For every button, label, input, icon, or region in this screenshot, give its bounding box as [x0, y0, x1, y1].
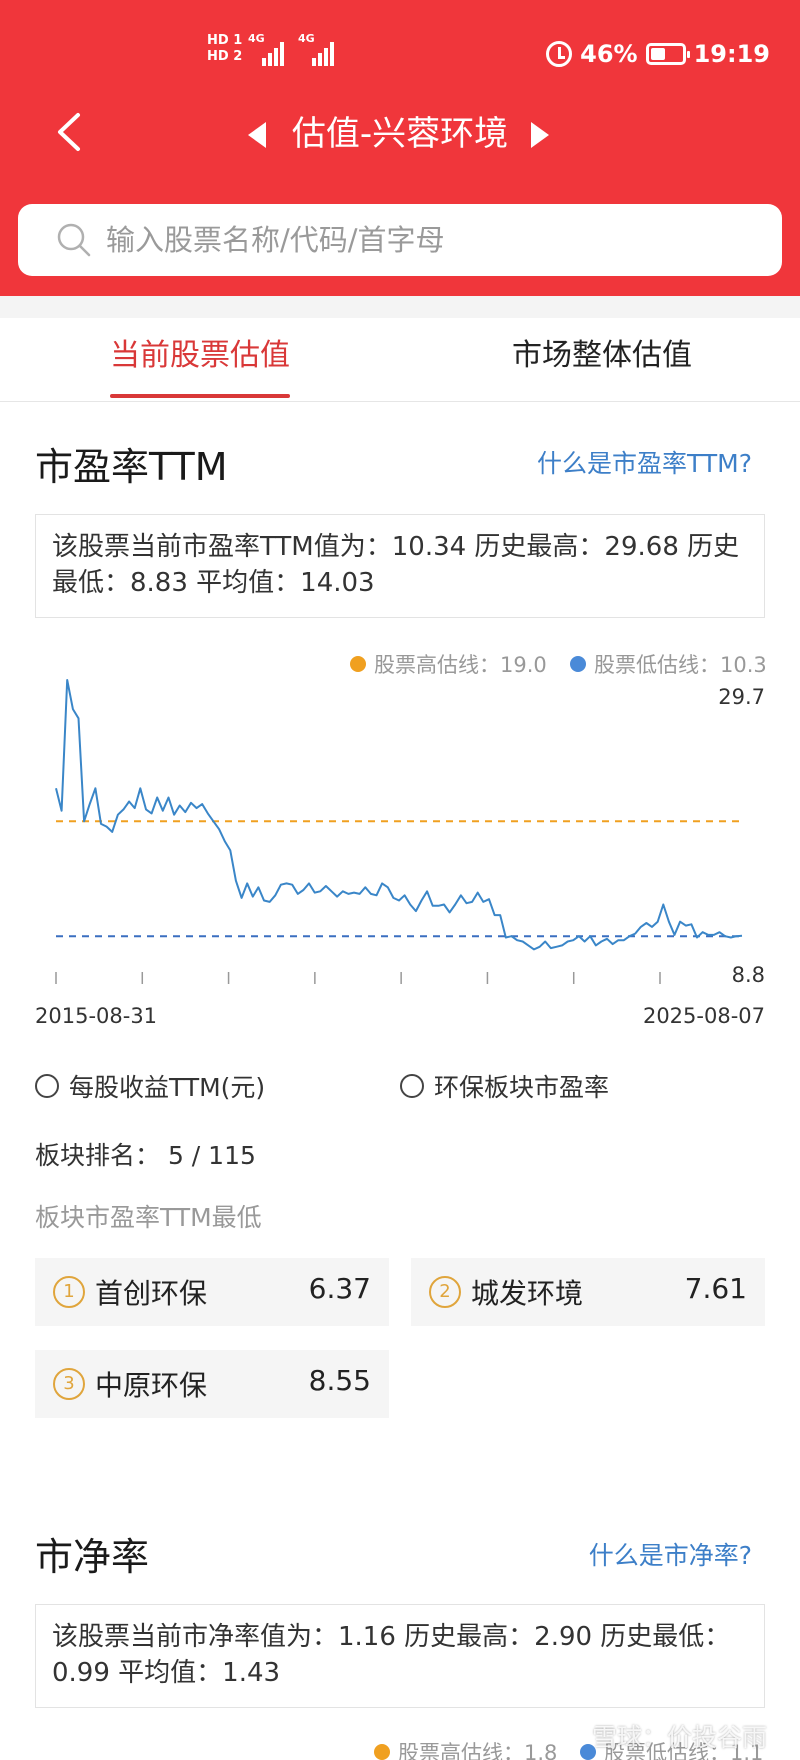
- radio-sector[interactable]: 环保板块市盈率: [400, 1068, 609, 1104]
- alarm-icon: [546, 41, 573, 67]
- page-title: 估值-兴蓉环境: [291, 114, 509, 154]
- network2-label: 4G: [298, 32, 315, 45]
- clock: 19:19: [693, 40, 770, 68]
- pe-min-label: 8.8: [732, 963, 765, 987]
- pe-max-label: 29.7: [718, 685, 765, 709]
- sim-indicator: HD 1 HD 2: [207, 33, 242, 65]
- rank-stock-value: 8.55: [308, 1364, 371, 1397]
- rank-badge: 2: [429, 1276, 461, 1308]
- search-input[interactable]: [106, 218, 746, 262]
- lowest-pe-title: 板块市盈率TTM最低: [35, 1203, 262, 1232]
- radio-eps[interactable]: 每股收益TTM(元): [35, 1068, 265, 1104]
- signal-icon-2: 4G: [298, 32, 334, 66]
- signal-icon-1: 4G: [248, 32, 284, 66]
- watermark: 雪球：价投谷雨: [592, 1723, 768, 1752]
- pb-legend-high-label: 股票高估线：1.8: [398, 1741, 558, 1760]
- network1-label: 4G: [248, 32, 265, 45]
- pe-summary-text: 该股票当前市盈率TTM值为：10.34 历史最高：29.68 历史最低：8.83…: [52, 532, 740, 598]
- status-bar: HD 1 HD 2 4G 4G 46% 19:19: [0, 0, 800, 110]
- pe-help-link[interactable]: 什么是市盈率TTM?: [537, 444, 752, 480]
- chart-date-end: 2025-08-07: [642, 1004, 765, 1028]
- pb-high-line-dot-icon: [374, 1744, 390, 1760]
- tab-active-indicator: [110, 394, 290, 398]
- radio-eps-label: 每股收益TTM(元): [69, 1073, 266, 1102]
- lowest-pe-card-2[interactable]: 2 城发环境 7.61: [411, 1258, 765, 1326]
- rank-stock-name: 城发环境: [471, 1277, 584, 1310]
- rank-stock-name: 首创环保: [95, 1277, 208, 1310]
- rank-stock-value: 6.37: [308, 1272, 371, 1305]
- status-right: 46% 19:19: [546, 40, 770, 68]
- header: HD 1 HD 2 4G 4G 46% 19:19 估值-兴蓉环境: [0, 0, 800, 296]
- search-box[interactable]: [18, 204, 782, 276]
- tab-current-stock[interactable]: 当前股票估值: [110, 336, 290, 376]
- x-axis-ticks: [55, 972, 661, 984]
- next-stock-icon[interactable]: [531, 122, 549, 148]
- rank-badge: 1: [53, 1276, 85, 1308]
- pb-section-title: 市净率: [35, 1535, 150, 1579]
- battery-percent: 46%: [580, 40, 638, 68]
- pb-legend-high: 股票高估线：1.8: [374, 1737, 557, 1760]
- pe-series-line: [55, 679, 743, 951]
- lowest-pe-card-1[interactable]: 1 首创环保 6.37: [35, 1258, 389, 1326]
- sector-rank: 板块排名： 5 / 115: [35, 1141, 256, 1170]
- pb-help-link[interactable]: 什么是市净率?: [589, 1536, 752, 1572]
- rank-stock-name: 中原环保: [95, 1369, 208, 1402]
- pb-summary-box: 该股票当前市净率值为：1.16 历史最高：2.90 历史最低：0.99 平均值：…: [35, 1604, 765, 1708]
- pe-line-chart: 29.7 8.8: [55, 679, 765, 987]
- radio-sector-circle-icon[interactable]: [400, 1074, 424, 1098]
- rank-stock-value: 7.61: [684, 1272, 747, 1305]
- pe-section-title: 市盈率TTM: [35, 445, 228, 489]
- pe-summary-box: 该股票当前市盈率TTM值为：10.34 历史最高：29.68 历史最低：8.83…: [35, 514, 765, 618]
- tab-market[interactable]: 市场整体估值: [512, 336, 692, 376]
- sim2-label: HD 2: [207, 49, 243, 64]
- rank-badge: 3: [53, 1368, 85, 1400]
- section-divider: [0, 296, 800, 318]
- radio-sector-label: 环保板块市盈率: [434, 1073, 610, 1102]
- pb-summary-text: 该股票当前市净率值为：1.16 历史最高：2.90 历史最低：0.99 平均值：…: [52, 1622, 731, 1688]
- tab-bar: 当前股票估值 市场整体估值: [0, 318, 800, 402]
- chart-date-start: 2015-08-31: [35, 1004, 158, 1028]
- lowest-pe-card-3[interactable]: 3 中原环保 8.55: [35, 1350, 389, 1418]
- sim1-label: HD 1: [207, 33, 243, 48]
- radio-eps-circle-icon[interactable]: [35, 1074, 59, 1098]
- battery-icon: [645, 43, 690, 65]
- search-icon: [57, 223, 91, 257]
